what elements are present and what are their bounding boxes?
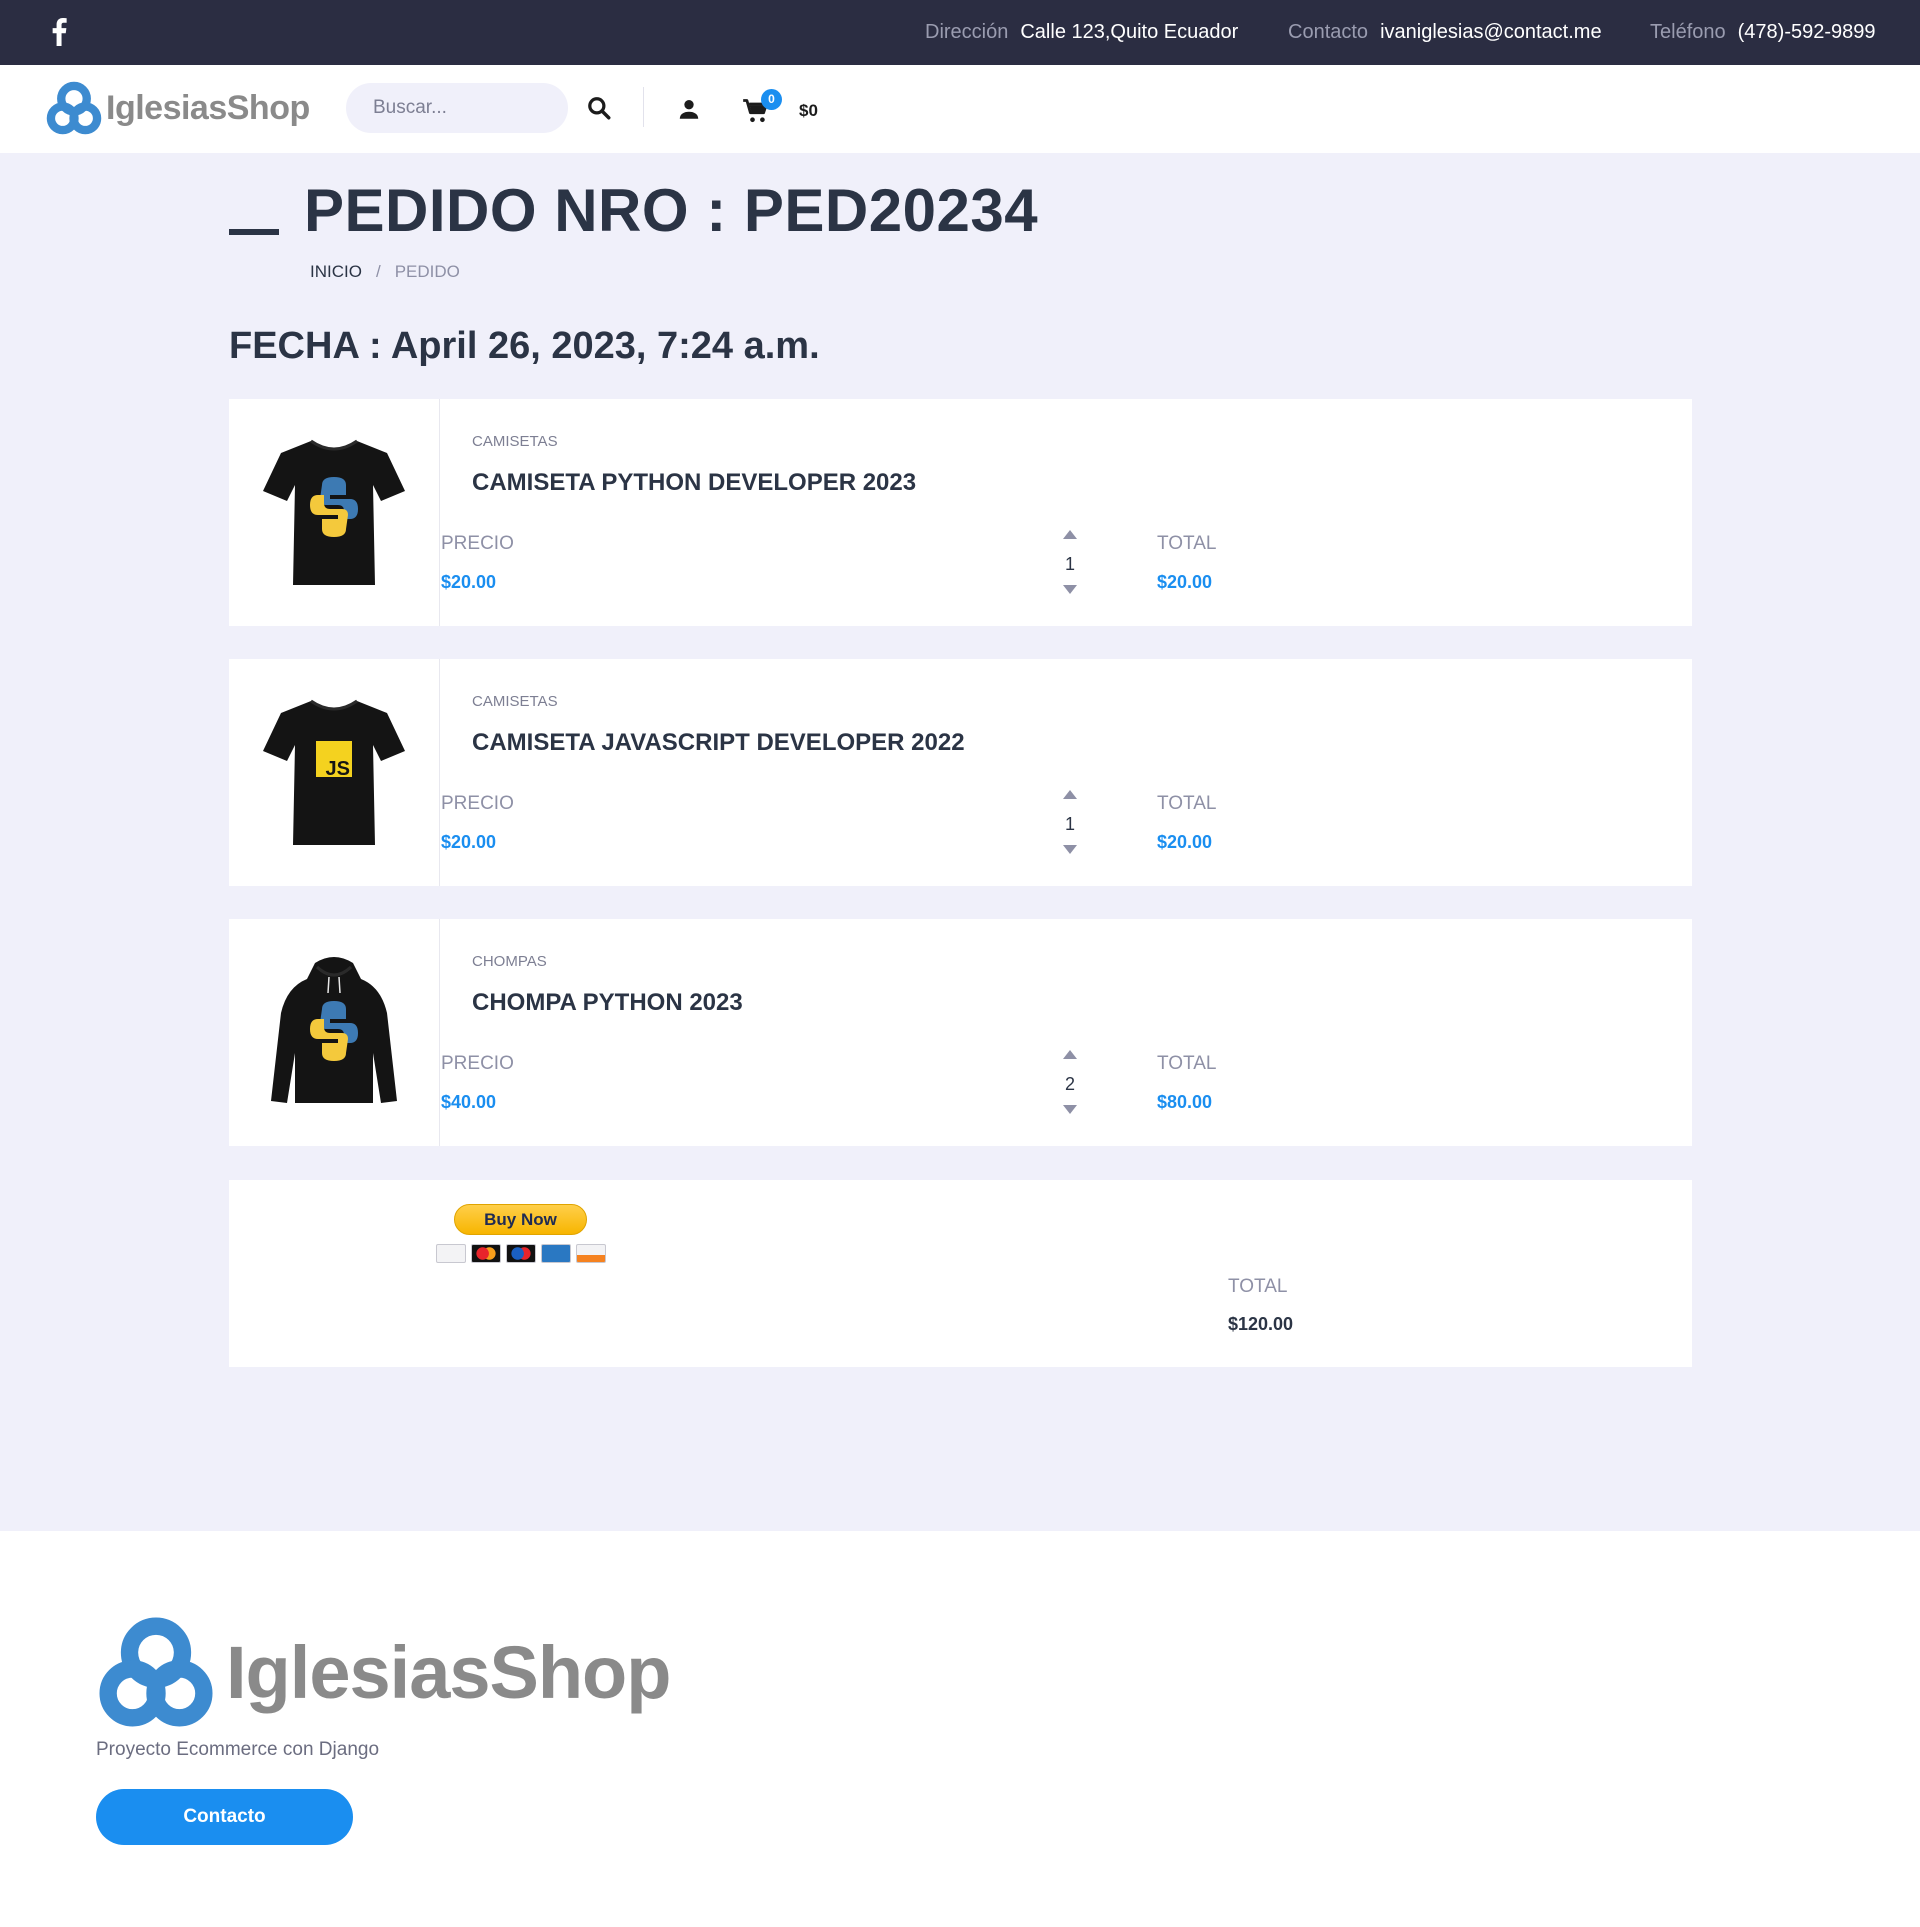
order-total-label: TOTAL (1228, 1276, 1288, 1297)
logo-icon (46, 81, 102, 135)
search-icon[interactable] (586, 95, 612, 121)
item-category: CHOMPAS (472, 953, 547, 970)
page-title: PEDIDO NRO : PED20234 (304, 177, 1039, 244)
footer-logo-text: IglesiasShop (226, 1630, 671, 1714)
item-quantity: 1 (1064, 814, 1075, 834)
order-item: CHOMPAS CHOMPA PYTHON 2023 PRECIO $40.00… (229, 919, 1692, 1146)
visa-card-icon (436, 1244, 466, 1263)
header-divider (643, 87, 644, 127)
phone-info: Teléfono (478)-592-9899 (1650, 0, 1876, 65)
total-label: TOTAL (1157, 533, 1217, 554)
item-name[interactable]: CAMISETA PYTHON DEVELOPER 2023 (472, 469, 916, 497)
logo-icon (99, 1617, 213, 1727)
contact-value[interactable]: ivaniglesias@contact.me (1380, 21, 1602, 44)
order-total-value: $120.00 (1228, 1314, 1294, 1334)
item-total: $20.00 (1157, 832, 1213, 852)
item-quantity: 2 (1064, 1074, 1075, 1094)
item-quantity: 1 (1064, 554, 1075, 574)
title-dash (229, 229, 279, 235)
footer-tagline: Proyecto Ecommerce con Django (96, 1739, 380, 1760)
maestro-icon (506, 1244, 536, 1263)
facebook-icon[interactable] (50, 18, 68, 46)
item-total: $80.00 (1157, 1092, 1213, 1112)
discover-icon (576, 1244, 606, 1263)
order-date: FECHA : April 26, 2023, 7:24 a.m. (229, 325, 820, 367)
footer-logo[interactable]: IglesiasShop (96, 1616, 671, 1728)
breadcrumb-separator: / (375, 262, 381, 281)
price-label: PRECIO (441, 793, 514, 814)
search-input[interactable] (346, 83, 568, 133)
phone-label: Teléfono (1650, 21, 1726, 43)
cart-total: $0 (799, 101, 818, 120)
breadcrumb-current: PEDIDO (394, 262, 460, 281)
item-price: $20.00 (441, 832, 497, 852)
total-label: TOTAL (1157, 1053, 1217, 1074)
item-category: CAMISETAS (472, 433, 558, 450)
breadcrumb: INICIO / PEDIDO (310, 262, 460, 282)
address-label: Dirección (925, 21, 1009, 43)
item-total: $20.00 (1157, 572, 1213, 592)
qty-increase-icon[interactable] (1063, 530, 1077, 539)
contact-info: Contacto ivaniglesias@contact.me (1288, 0, 1602, 65)
python-hoodie-icon (271, 956, 397, 1103)
js-logo-text: JS (326, 758, 350, 780)
qty-increase-icon[interactable] (1063, 1050, 1077, 1059)
python-tshirt-icon (263, 439, 405, 585)
contact-label: Contacto (1288, 21, 1369, 43)
order-item: CAMISETAS CAMISETA PYTHON DEVELOPER 2023… (229, 399, 1692, 626)
cart-count-badge: 0 (761, 89, 782, 110)
address-value: Calle 123,Quito Ecuador (1020, 21, 1239, 43)
qty-decrease-icon[interactable] (1063, 845, 1077, 854)
qty-increase-icon[interactable] (1063, 790, 1077, 799)
payment-cards (436, 1244, 606, 1263)
item-price: $40.00 (441, 1092, 497, 1112)
top-bar: Dirección Calle 123,Quito Ecuador Contac… (0, 0, 1920, 65)
item-price: $20.00 (441, 572, 497, 592)
price-label: PRECIO (441, 1053, 514, 1074)
qty-decrease-icon[interactable] (1063, 585, 1077, 594)
total-label: TOTAL (1157, 793, 1217, 814)
phone-value: (478)-592-9899 (1737, 21, 1876, 43)
price-label: PRECIO (441, 533, 514, 554)
order-item: JS CAMISETAS CAMISETA JAVASCRIPT DEVELOP… (229, 659, 1692, 886)
mastercard-icon (471, 1244, 501, 1263)
item-name[interactable]: CHOMPA PYTHON 2023 (472, 989, 743, 1017)
logo-text: IglesiasShop (106, 88, 310, 127)
breadcrumb-home[interactable]: INICIO (310, 262, 362, 282)
buy-now-button[interactable]: Buy Now (454, 1204, 587, 1235)
product-image[interactable] (229, 919, 440, 1146)
amex-icon (541, 1244, 571, 1263)
header: IglesiasShop 0 $0 (0, 65, 1920, 153)
javascript-tshirt-icon: JS (263, 699, 405, 845)
paypal-widget: Buy Now (436, 1204, 611, 1266)
address-info: Dirección Calle 123,Quito Ecuador (925, 0, 1238, 65)
qty-decrease-icon[interactable] (1063, 1105, 1077, 1114)
item-category: CAMISETAS (472, 693, 558, 710)
item-name[interactable]: CAMISETA JAVASCRIPT DEVELOPER 2022 (472, 729, 965, 757)
footer: IglesiasShop Proyecto Ecommerce con Djan… (0, 1531, 1920, 1927)
contact-button[interactable]: Contacto (96, 1789, 353, 1845)
product-image[interactable] (229, 399, 440, 626)
logo-link[interactable]: IglesiasShop (46, 81, 310, 135)
product-image[interactable]: JS (229, 659, 440, 886)
user-icon[interactable] (676, 96, 702, 122)
order-summary: Buy Now TOTAL $120.00 (229, 1180, 1692, 1367)
